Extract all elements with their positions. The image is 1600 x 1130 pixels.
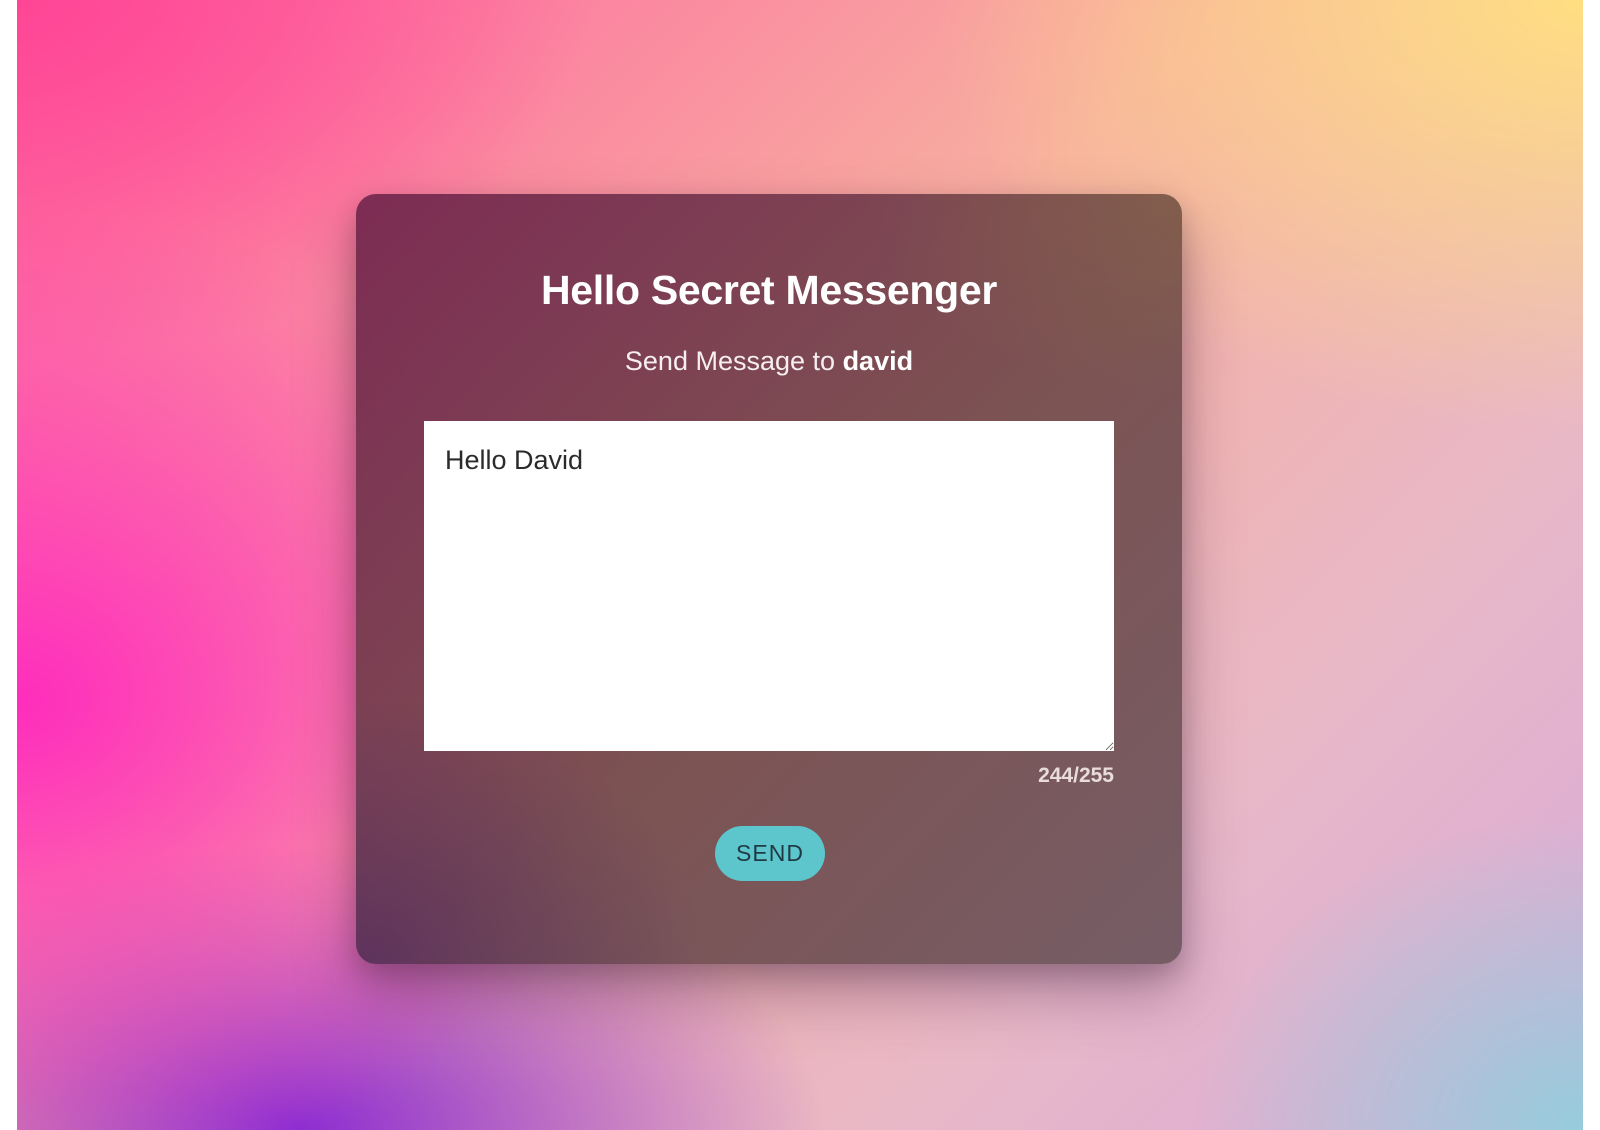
send-to-subtitle: Send Message to david xyxy=(356,344,1182,378)
character-counter: 244/255 xyxy=(1038,764,1114,787)
message-textarea[interactable]: Hello David xyxy=(424,421,1114,751)
recipient-name: david xyxy=(842,346,914,376)
subtitle-prefix: Send Message to xyxy=(624,346,836,376)
messenger-card: Hello Secret Messenger Send Message to d… xyxy=(356,194,1182,964)
page-background: Hello Secret Messenger Send Message to d… xyxy=(17,0,1583,1130)
page-title: Hello Secret Messenger xyxy=(541,267,997,313)
send-button[interactable]: SEND xyxy=(715,826,825,881)
